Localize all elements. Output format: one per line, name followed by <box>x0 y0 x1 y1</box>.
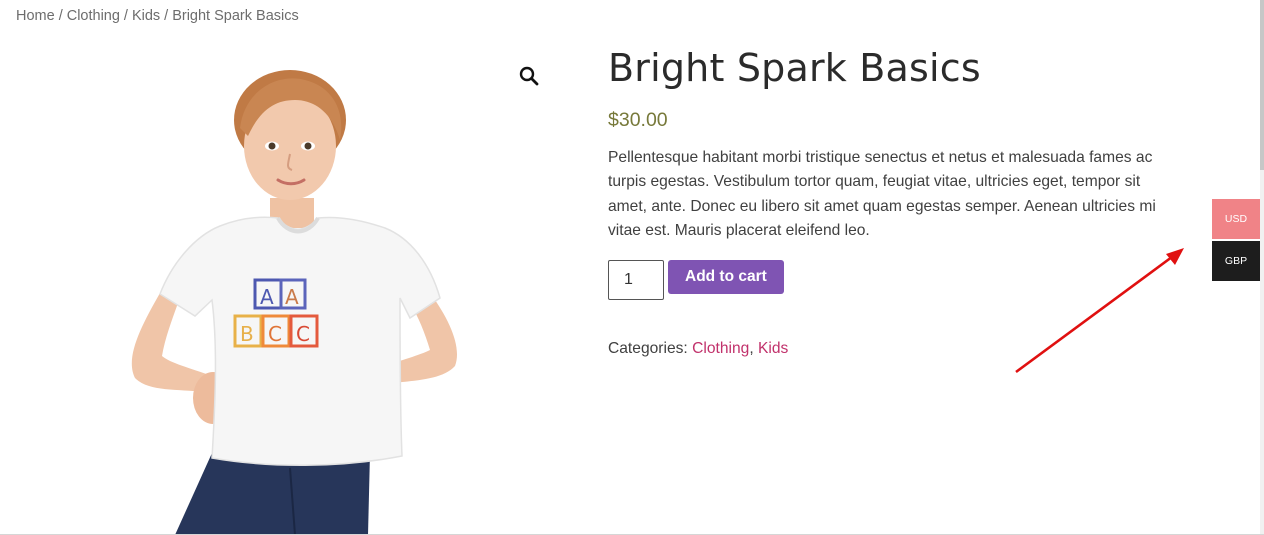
breadcrumb-separator: / <box>123 8 128 24</box>
breadcrumb-separator: / <box>58 8 63 24</box>
product-page: Home / Clothing / Kids / Bright Spark Basics A <box>0 0 1264 535</box>
breadcrumb-current: Bright Spark Basics <box>172 8 299 24</box>
breadcrumb-home[interactable]: Home <box>16 8 55 24</box>
child-illustration: A A B C C <box>131 70 458 535</box>
category-link-clothing[interactable]: Clothing <box>692 340 749 357</box>
breadcrumb-kids[interactable]: Kids <box>132 8 160 24</box>
breadcrumb-separator: / <box>164 8 169 24</box>
categories-label: Categories: <box>608 339 688 357</box>
quantity-input[interactable] <box>608 259 664 300</box>
product-short-description: Pellentesque habitant morbi tristique se… <box>608 149 1156 240</box>
block-letter: B <box>240 322 254 346</box>
block-letter: C <box>268 322 282 346</box>
block-letter: C <box>296 322 310 346</box>
breadcrumb-clothing[interactable]: Clothing <box>67 8 120 24</box>
currency-usd-button[interactable]: USD <box>1212 199 1260 239</box>
magnifier-icon <box>519 66 539 86</box>
breadcrumb: Home / Clothing / Kids / Bright Spark Basics <box>16 8 299 24</box>
vertical-scrollbar[interactable] <box>1260 0 1264 535</box>
block-letter: A <box>260 285 274 309</box>
product-summary: Bright Spark Basics $30.00 Pellentesque … <box>608 44 1168 358</box>
block-letter: A <box>285 285 299 309</box>
add-to-cart-form: Add to cart <box>608 259 1168 300</box>
category-link-kids[interactable]: Kids <box>758 340 788 357</box>
currency-gbp-button[interactable]: GBP <box>1212 241 1260 281</box>
scrollbar-thumb[interactable] <box>1260 0 1264 170</box>
product-image[interactable]: A A B C C <box>100 58 500 535</box>
product-title: Bright Spark Basics <box>608 46 981 90</box>
product-categories: Categories: Clothing, Kids <box>608 340 1168 358</box>
category-separator: , <box>749 339 754 357</box>
add-to-cart-button[interactable]: Add to cart <box>668 259 784 294</box>
product-price: $30.00 <box>608 109 668 131</box>
zoom-button[interactable] <box>514 62 544 90</box>
